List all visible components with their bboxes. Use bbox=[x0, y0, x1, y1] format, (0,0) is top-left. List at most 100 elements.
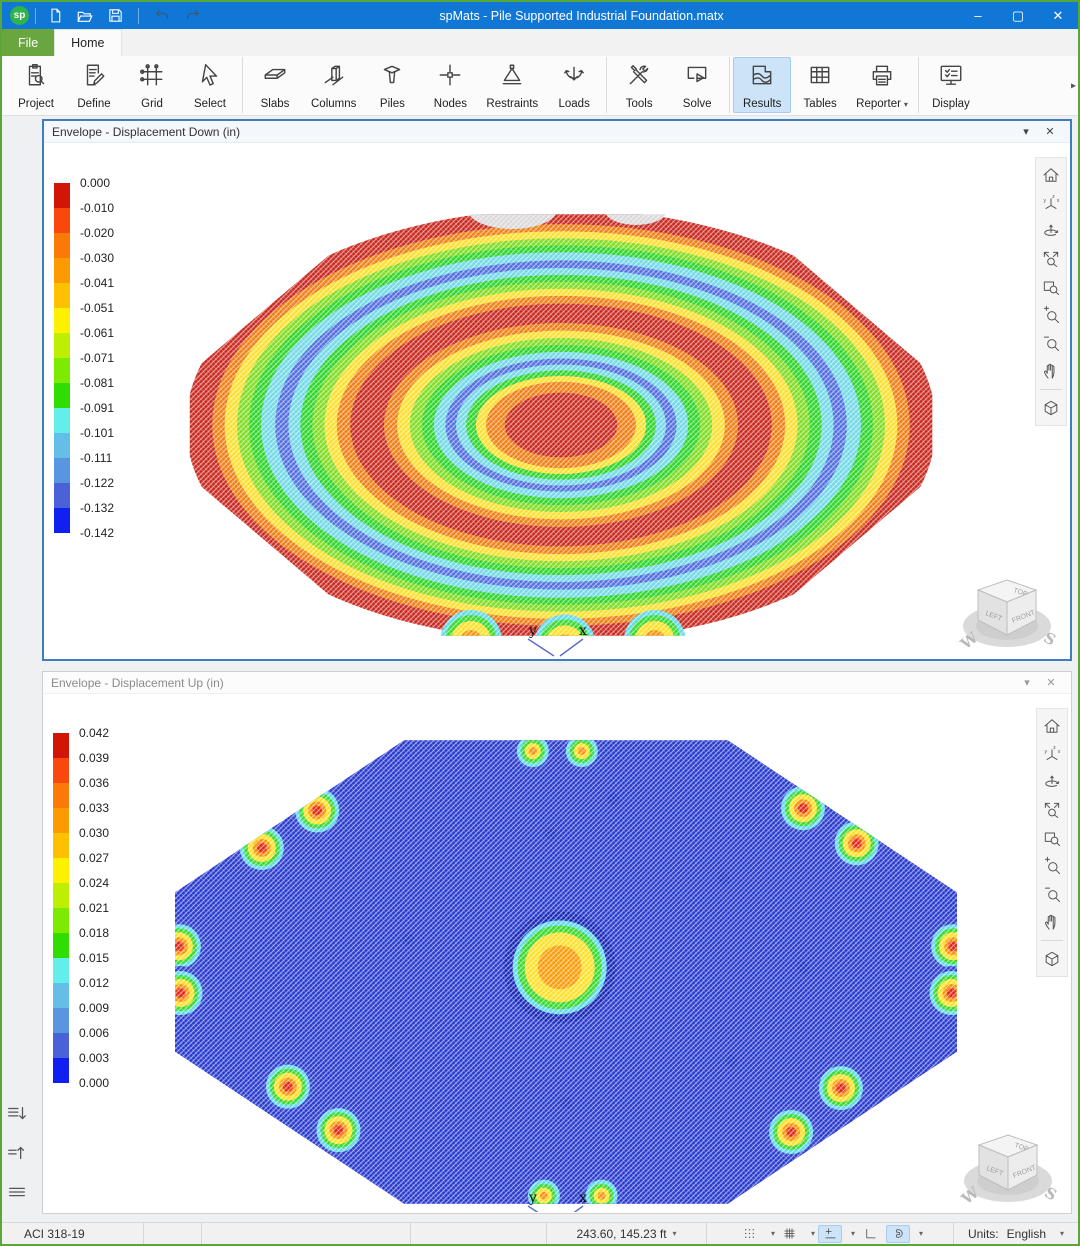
point-grid-toggle[interactable] bbox=[738, 1225, 762, 1243]
legend-color-box bbox=[54, 408, 70, 433]
line-grid-toggle[interactable] bbox=[778, 1225, 802, 1243]
ribbon-button-piles[interactable]: Piles bbox=[363, 57, 421, 113]
zoom-in-button[interactable] bbox=[1038, 852, 1066, 880]
panel-header: Envelope - Displacement Down (in) ▾ ✕ bbox=[44, 121, 1070, 143]
view-cube[interactable]: TOP LEFT FRONT W S bbox=[959, 1128, 1059, 1208]
ribbon-button-define[interactable]: Define bbox=[65, 57, 123, 113]
axes-button[interactable] bbox=[1037, 189, 1065, 217]
chevron-down-icon[interactable]: ▾ bbox=[851, 1229, 855, 1238]
rotate-icon bbox=[1041, 221, 1061, 241]
ribbon-button-results[interactable]: Results bbox=[733, 57, 791, 113]
ribbon-button-tools[interactable]: Tools bbox=[610, 57, 668, 113]
scroll-report-down-button[interactable] bbox=[6, 1103, 28, 1130]
legend-tick-label: 0.006 bbox=[79, 1026, 109, 1040]
minimize-button[interactable]: – bbox=[958, 2, 998, 29]
chevron-down-icon[interactable]: ▾ bbox=[1060, 1229, 1064, 1238]
axes-button[interactable] bbox=[1038, 740, 1066, 768]
panel-close-icon[interactable]: ✕ bbox=[1038, 125, 1062, 138]
ribbon-overflow-arrow[interactable]: ▸ bbox=[1071, 80, 1076, 91]
pan-button[interactable] bbox=[1038, 908, 1066, 936]
scroll-report-up-button[interactable] bbox=[6, 1142, 28, 1169]
legend-tick-label: -0.142 bbox=[80, 526, 114, 540]
cube-icon bbox=[1041, 398, 1061, 418]
ribbon-button-solve[interactable]: Solve bbox=[668, 57, 726, 113]
units-selector[interactable]: Units: English ▾ bbox=[954, 1223, 1078, 1244]
ribbon-button-label: Results bbox=[743, 98, 781, 110]
zoom-out-button[interactable] bbox=[1038, 880, 1066, 908]
save-file-button[interactable] bbox=[102, 5, 128, 27]
panel-menu-caret[interactable]: ▾ bbox=[1014, 125, 1038, 138]
legend-color-box bbox=[54, 308, 70, 333]
maximize-button[interactable]: ▢ bbox=[998, 2, 1038, 29]
cube-button[interactable] bbox=[1037, 394, 1065, 422]
ribbon-button-label: Columns bbox=[311, 98, 356, 110]
report-list-button[interactable] bbox=[6, 1181, 28, 1208]
tab-file[interactable]: File bbox=[2, 29, 54, 56]
legend-color-box bbox=[53, 733, 69, 758]
ribbon-button-slabs[interactable]: Slabs bbox=[246, 57, 304, 113]
chevron-down-icon[interactable]: ▾ bbox=[919, 1229, 923, 1238]
panel-menu-caret[interactable]: ▾ bbox=[1015, 676, 1039, 689]
ribbon-button-restraints[interactable]: Restraints bbox=[479, 57, 545, 113]
zoom-extents-button[interactable] bbox=[1038, 796, 1066, 824]
view-cube[interactable]: TOP LEFT FRONT W S bbox=[958, 573, 1058, 653]
ortho-toggle[interactable] bbox=[858, 1225, 882, 1243]
new-file-button[interactable] bbox=[42, 5, 68, 27]
ribbon-button-tables[interactable]: Tables bbox=[791, 57, 849, 113]
open-file-button[interactable] bbox=[72, 5, 98, 27]
ribbon-button-select[interactable]: Select bbox=[181, 57, 239, 113]
zoom-out-button[interactable] bbox=[1037, 329, 1065, 357]
zoom-window-button[interactable] bbox=[1038, 824, 1066, 852]
close-button[interactable]: ✕ bbox=[1038, 2, 1078, 29]
pan-button[interactable] bbox=[1037, 357, 1065, 385]
rotate-button[interactable] bbox=[1038, 768, 1066, 796]
ribbon-button-loads[interactable]: Loads bbox=[545, 57, 603, 113]
ribbon-button-columns[interactable]: Columns bbox=[304, 57, 363, 113]
chevron-down-icon[interactable]: ▾ bbox=[904, 100, 908, 109]
legend-tick-label: -0.071 bbox=[80, 351, 114, 365]
ribbon-button-label: Slabs bbox=[261, 98, 290, 110]
panel-displacement-down: Envelope - Displacement Down (in) ▾ ✕ 0.… bbox=[42, 119, 1072, 661]
chevron-down-icon[interactable]: ▾ bbox=[673, 1229, 677, 1238]
ribbon-button-label: Define bbox=[77, 98, 110, 110]
tab-home[interactable]: Home bbox=[54, 29, 121, 56]
columns-icon bbox=[321, 62, 347, 88]
home-button[interactable] bbox=[1037, 161, 1065, 189]
pan-icon bbox=[1041, 361, 1061, 381]
coordinates-display[interactable]: 243.60, 145.23 ft ▾ bbox=[547, 1223, 707, 1244]
app-logo-icon: sp bbox=[10, 6, 29, 25]
legend-color-box bbox=[53, 858, 69, 883]
contour-plot-displacement-down[interactable] bbox=[186, 209, 936, 641]
chevron-down-icon[interactable]: ▾ bbox=[771, 1229, 775, 1238]
ribbon-button-reporter[interactable]: Reporter▾ bbox=[849, 57, 915, 113]
legend-color-box bbox=[53, 883, 69, 908]
zoom-extents-button[interactable] bbox=[1037, 245, 1065, 273]
reporter-icon bbox=[869, 62, 895, 88]
contour-plot-displacement-up[interactable] bbox=[171, 738, 961, 1206]
zoom-in-button[interactable] bbox=[1037, 301, 1065, 329]
redo-button[interactable] bbox=[179, 5, 205, 27]
view-toolbar bbox=[1036, 708, 1068, 977]
ribbon-button-display[interactable]: Display bbox=[922, 57, 980, 113]
legend-color-box bbox=[54, 433, 70, 458]
cube-button[interactable] bbox=[1038, 945, 1066, 973]
rotate-button[interactable] bbox=[1037, 217, 1065, 245]
chevron-down-icon[interactable]: ▾ bbox=[811, 1229, 815, 1238]
ribbon-button-label: Project bbox=[18, 98, 54, 110]
zoom-window-button[interactable] bbox=[1037, 273, 1065, 301]
legend-tick-label: -0.122 bbox=[80, 476, 114, 490]
panel-close-icon[interactable]: ✕ bbox=[1039, 676, 1063, 689]
quick-access-toolbar bbox=[42, 5, 205, 27]
legend-tick-label: -0.091 bbox=[80, 401, 114, 415]
ribbon-button-project[interactable]: Project bbox=[7, 57, 65, 113]
home-button[interactable] bbox=[1038, 712, 1066, 740]
undo-button[interactable] bbox=[149, 5, 175, 27]
toolbar-separator bbox=[1041, 940, 1063, 941]
magnet-toggle[interactable] bbox=[886, 1225, 910, 1243]
legend-tick-label: -0.061 bbox=[80, 326, 114, 340]
units-value: English bbox=[1007, 1227, 1046, 1241]
ribbon-button-nodes[interactable]: Nodes bbox=[421, 57, 479, 113]
contour-legend: 0.000-0.010-0.020-0.030-0.041-0.051-0.06… bbox=[54, 183, 164, 563]
snap-toggle[interactable] bbox=[818, 1225, 842, 1243]
ribbon-button-grid[interactable]: Grid bbox=[123, 57, 181, 113]
